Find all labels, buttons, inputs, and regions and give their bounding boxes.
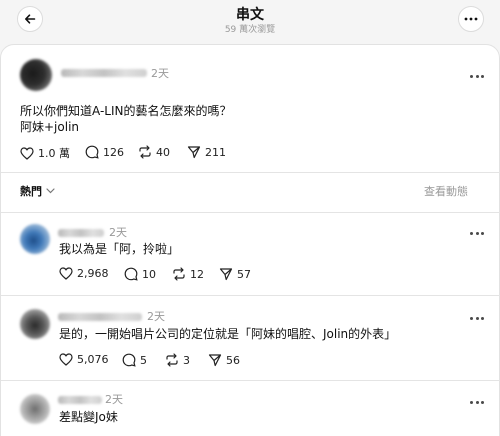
comment-button[interactable]: 10 — [124, 267, 156, 281]
reply-text: 是的，一開始唱片公司的定位就是「阿妹的唱腔、Jolin的外表」 — [59, 327, 397, 341]
comment-icon — [124, 267, 142, 281]
comment-icon — [85, 145, 103, 159]
like-count: 5,076 — [77, 353, 109, 366]
like-count: 1.0 萬 — [38, 147, 70, 160]
comment-count: 126 — [103, 145, 124, 159]
sort-dropdown[interactable]: 熱門 — [20, 183, 55, 199]
more-options-button[interactable] — [458, 6, 484, 32]
reply-time: 2天 — [109, 226, 127, 239]
divider — [1, 295, 500, 296]
author-name[interactable] — [58, 313, 142, 321]
heart-icon — [59, 267, 77, 280]
avatar[interactable] — [20, 224, 50, 254]
heart-icon — [59, 353, 77, 366]
send-icon — [219, 267, 237, 281]
share-count: 56 — [226, 353, 240, 367]
author-name[interactable] — [61, 69, 147, 77]
repost-button[interactable]: 3 — [165, 353, 190, 367]
comment-count: 10 — [142, 267, 156, 281]
comment-icon — [122, 353, 140, 367]
repost-button[interactable]: 12 — [172, 267, 204, 281]
share-button[interactable]: 211 — [187, 145, 226, 159]
like-button[interactable]: 2,968 — [59, 267, 109, 280]
share-button[interactable]: 57 — [219, 267, 251, 281]
avatar[interactable] — [20, 59, 52, 91]
page-title: 串文 — [236, 7, 264, 23]
share-count: 211 — [205, 145, 226, 159]
post-text-line-2: 阿妹+jolin — [20, 120, 80, 134]
view-count: 59 萬次瀏覽 — [224, 25, 276, 35]
divider — [1, 212, 500, 213]
post-text-line-1: 所以你們知道A-LIN的藝名怎麼來的嗎？ — [20, 104, 232, 118]
repost-count: 3 — [183, 353, 190, 367]
share-button[interactable]: 56 — [208, 353, 240, 367]
reply-text: 差點變Jo妹 — [59, 410, 118, 424]
like-count: 2,968 — [77, 267, 109, 280]
view-activity-link[interactable]: 查看動態 — [424, 183, 468, 199]
top-bar: 串文 59 萬次瀏覽 — [0, 0, 500, 44]
reply-time: 2天 — [105, 393, 123, 406]
send-icon — [208, 353, 226, 367]
repost-icon — [165, 353, 183, 367]
repost-count: 40 — [156, 145, 170, 159]
comment-count: 5 — [140, 353, 147, 367]
sort-label: 熱門 — [20, 185, 42, 198]
author-name[interactable] — [58, 229, 104, 237]
chevron-down-icon — [46, 188, 55, 194]
repost-button[interactable]: 40 — [138, 145, 170, 159]
reply-text: 我以為是「阿，拎啦」 — [59, 242, 180, 256]
more-horizontal-icon[interactable] — [470, 73, 484, 79]
heart-icon — [20, 146, 38, 160]
more-horizontal-icon[interactable] — [470, 230, 484, 236]
comment-button[interactable]: 126 — [85, 145, 124, 159]
more-horizontal-icon[interactable] — [470, 315, 484, 321]
comment-button[interactable]: 5 — [122, 353, 147, 367]
reply-time: 2天 — [147, 310, 165, 323]
like-button[interactable]: 1.0 萬 — [20, 145, 70, 161]
avatar[interactable] — [20, 394, 50, 424]
repost-icon — [138, 145, 156, 159]
share-count: 57 — [237, 267, 251, 281]
send-icon — [187, 145, 205, 159]
thread-card: 2天 所以你們知道A-LIN的藝名怎麼來的嗎？ 阿妹+jolin 1.0 萬 1… — [0, 44, 500, 436]
divider — [1, 380, 500, 381]
avatar[interactable] — [20, 309, 50, 339]
more-horizontal-icon — [464, 17, 478, 21]
post-time: 2天 — [151, 67, 169, 80]
repost-count: 12 — [190, 267, 204, 281]
divider — [1, 172, 500, 173]
more-horizontal-icon[interactable] — [470, 399, 484, 405]
author-name[interactable] — [58, 396, 102, 404]
like-button[interactable]: 5,076 — [59, 353, 109, 366]
repost-icon — [172, 267, 190, 281]
